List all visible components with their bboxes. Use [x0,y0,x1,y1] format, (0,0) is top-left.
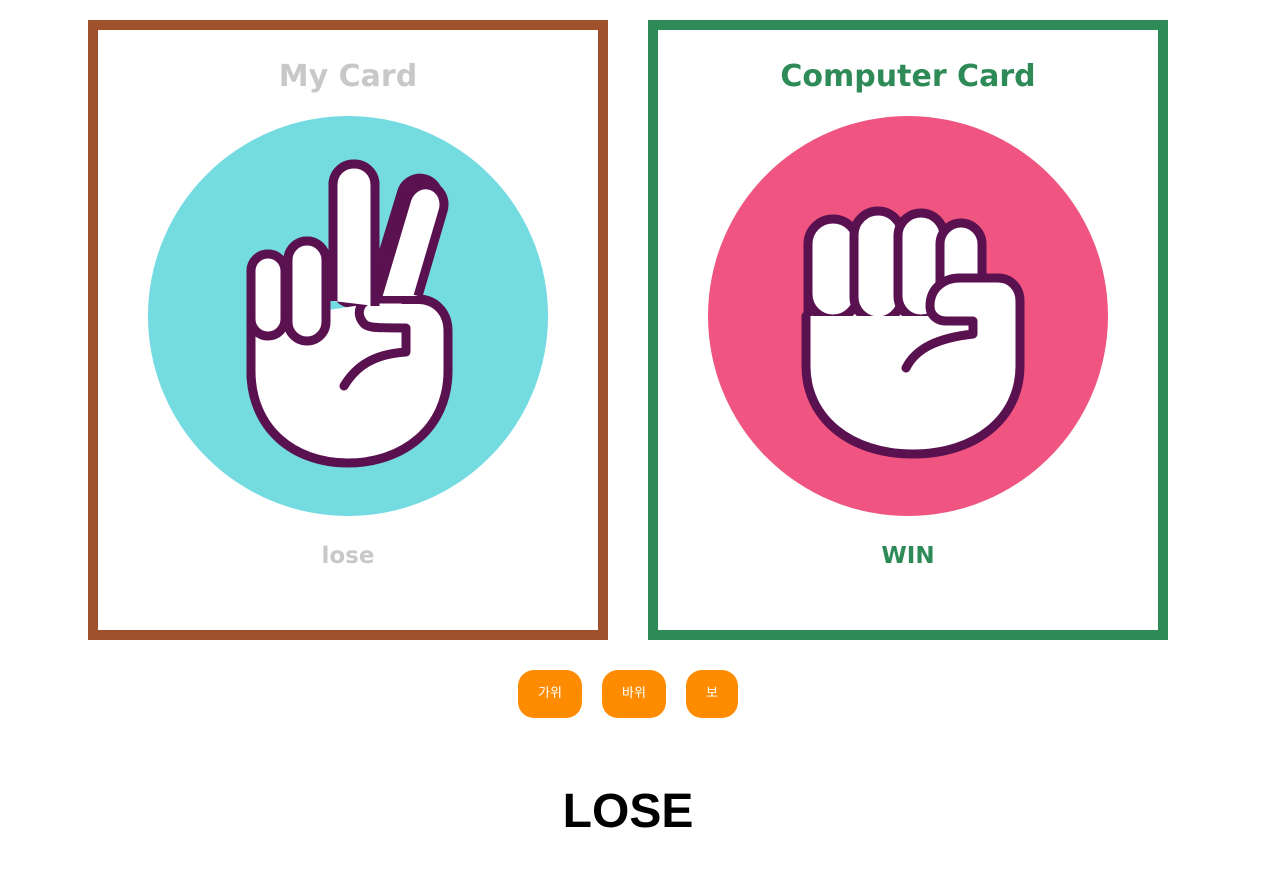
overall-result: LOSE [562,785,694,838]
game-stage: My Card lose Computer Card WIN 가위 바위 보 L… [0,0,1269,876]
my-card: My Card lose [88,20,608,640]
computer-card: Computer Card WIN [648,20,1168,640]
my-card-result: lose [321,543,375,569]
my-card-title: My Card [278,59,418,94]
computer-card-title: Computer Card [780,59,1036,94]
scissors-hand-icon [148,116,548,516]
rock-fist-icon [708,116,1108,516]
scissors-button[interactable]: 가위 [518,670,583,718]
paper-button[interactable]: 보 [685,670,738,718]
rock-button[interactable]: 바위 [602,670,666,718]
computer-card-result: WIN [881,543,935,569]
choice-buttons: 가위 바위 보 [0,670,1256,718]
